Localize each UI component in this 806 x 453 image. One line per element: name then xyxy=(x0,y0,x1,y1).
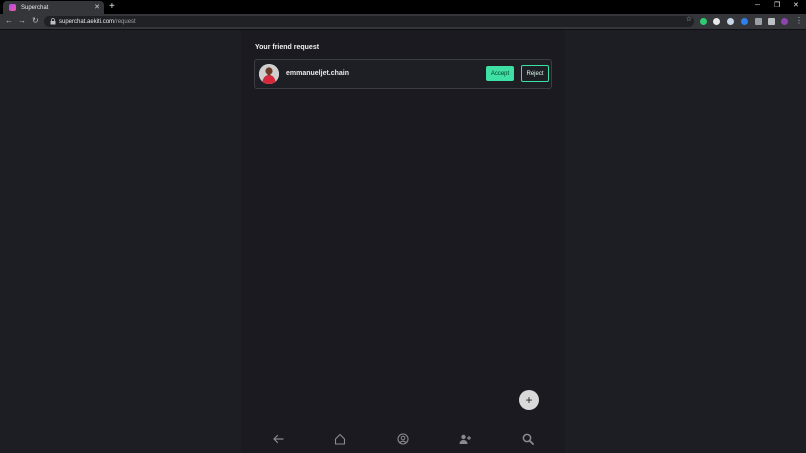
extension-icon[interactable] xyxy=(713,18,720,25)
extension-icon[interactable] xyxy=(741,18,748,25)
tab-title: Superchat xyxy=(21,4,49,11)
tab-close-icon[interactable]: ✕ xyxy=(94,4,100,11)
favicon-icon xyxy=(9,4,16,11)
menu-kebab-icon[interactable]: ⋮ xyxy=(795,16,803,26)
home-icon[interactable] xyxy=(334,433,346,445)
back-icon[interactable]: ← xyxy=(5,16,13,26)
main-column: Your friend request emmanueljet.chain Ac… xyxy=(241,30,565,453)
page-title: Your friend request xyxy=(255,44,320,51)
bookmark-star-icon[interactable]: ☆ xyxy=(686,15,692,24)
lock-icon xyxy=(50,18,56,25)
add-fab-button[interactable]: + xyxy=(519,390,539,410)
accept-button[interactable]: Accept xyxy=(486,66,514,81)
new-tab-icon[interactable]: + xyxy=(109,1,115,13)
extension-icon[interactable] xyxy=(727,18,734,25)
add-friend-icon[interactable] xyxy=(459,433,471,445)
address-bar[interactable]: superchat.aekiti.com/request xyxy=(44,16,694,27)
reload-icon[interactable]: ↻ xyxy=(32,16,39,26)
extension-icon[interactable] xyxy=(755,18,762,25)
friend-request-card: emmanueljet.chain Accept Reject xyxy=(254,59,552,89)
search-icon[interactable] xyxy=(522,433,534,445)
extensions-puzzle-icon[interactable] xyxy=(768,18,775,25)
avatar[interactable] xyxy=(259,64,279,84)
back-arrow-icon[interactable] xyxy=(272,433,284,445)
browser-toolbar: ← → ↻ superchat.aekiti.com/request ☆ ⋮ xyxy=(0,14,806,29)
browser-tabstrip: Superchat ✕ + ─ ❐ ✕ xyxy=(0,0,806,14)
extension-icon[interactable] xyxy=(700,18,707,25)
user-photo-icon xyxy=(259,64,279,84)
reject-button[interactable]: Reject xyxy=(521,65,549,82)
forward-icon[interactable]: → xyxy=(18,16,26,26)
minimize-icon[interactable]: ─ xyxy=(755,2,760,10)
profile-icon[interactable] xyxy=(397,433,409,445)
bottom-nav xyxy=(241,428,565,450)
url-host: superchat.aekiti.com xyxy=(59,18,115,25)
request-username: emmanueljet.chain xyxy=(286,70,350,77)
url-path: /request xyxy=(114,18,136,25)
profile-avatar-icon[interactable] xyxy=(781,18,788,25)
window-close-icon[interactable]: ✕ xyxy=(793,2,799,10)
browser-tab[interactable]: Superchat ✕ xyxy=(3,1,104,14)
restore-icon[interactable]: ❐ xyxy=(774,2,780,10)
